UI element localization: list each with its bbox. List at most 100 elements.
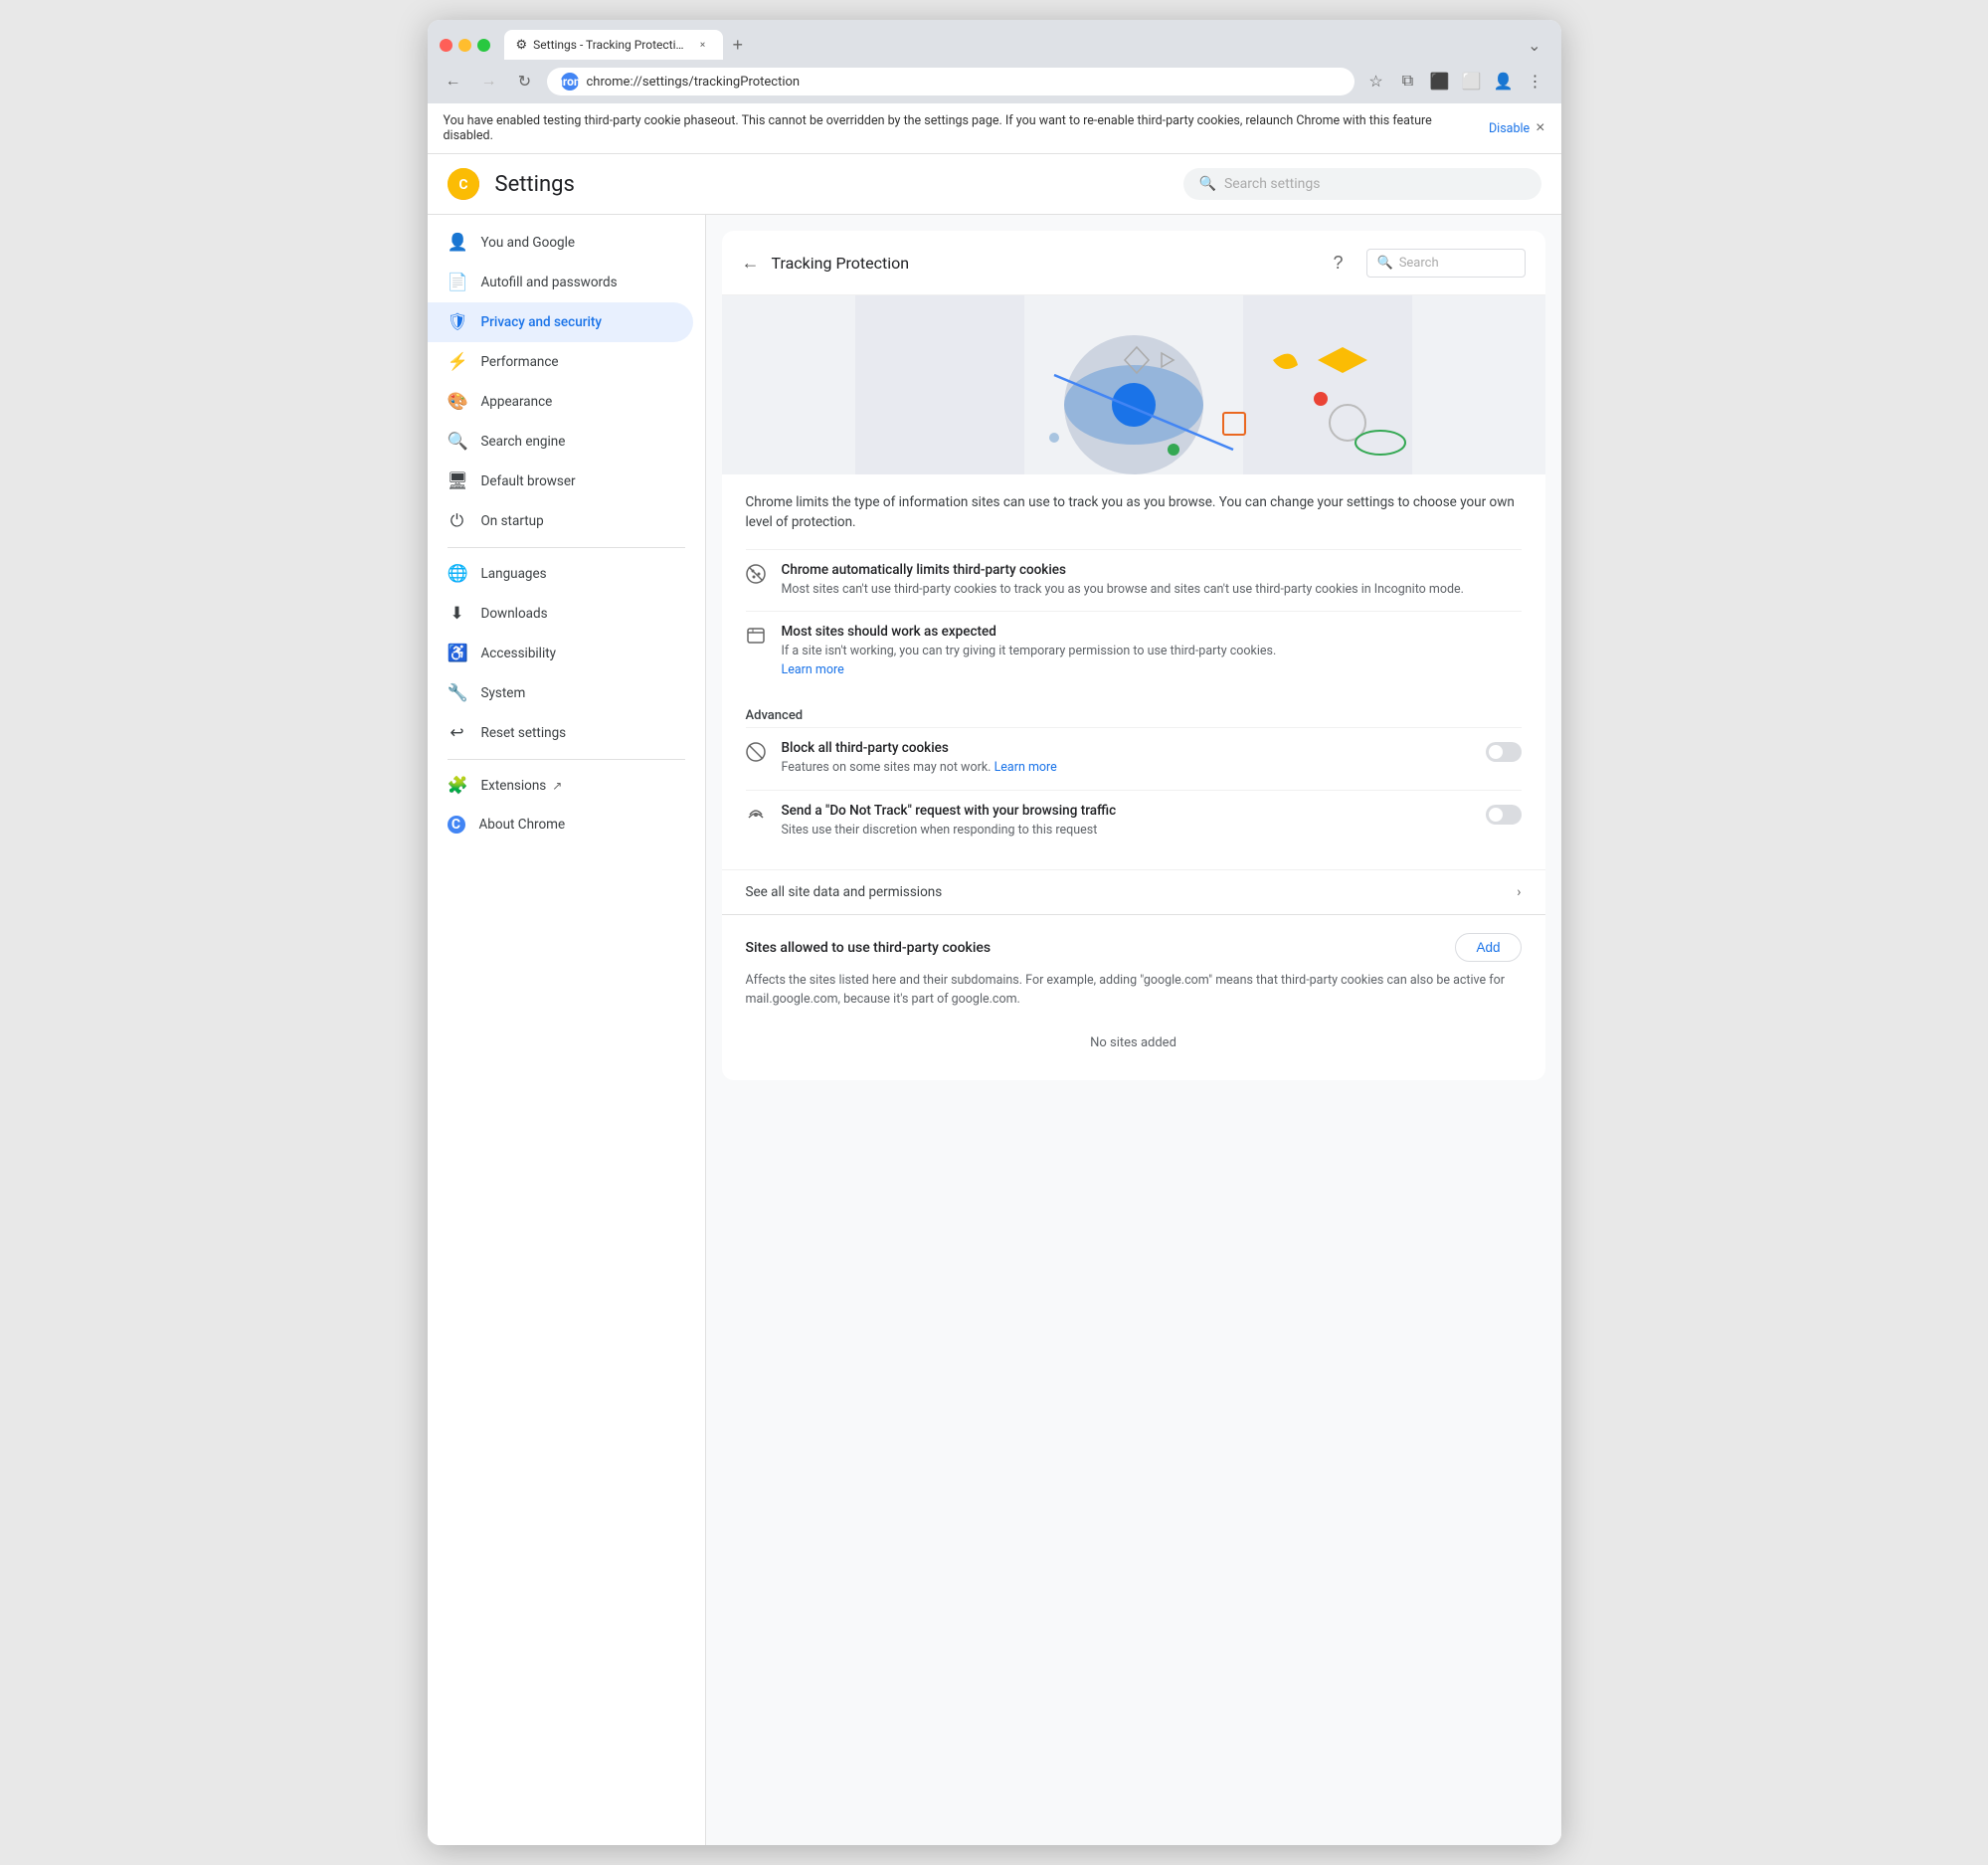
cast-button[interactable]: ⬛ (1426, 68, 1454, 95)
settings-header: C Settings 🔍 Search settings (428, 154, 1561, 215)
option-auto-limit-title: Chrome automatically limits third-party … (782, 562, 1522, 578)
option-sites-work-content: Most sites should work as expected If a … (782, 624, 1522, 680)
sidebar-label-default-browser: Default browser (481, 473, 576, 489)
settings-title: Settings (495, 172, 1168, 197)
sidebar-item-accessibility[interactable]: ♿ Accessibility (428, 634, 693, 673)
sidebar-divider-2 (448, 759, 685, 760)
sidebar-item-performance[interactable]: ⚡ Performance (428, 342, 693, 382)
block-all-icon (746, 742, 768, 767)
system-icon: 🔧 (448, 683, 467, 703)
address-bar[interactable]: Chrome chrome://settings/trackingProtect… (547, 68, 1355, 95)
minimize-button[interactable] (458, 39, 471, 52)
sidebar-item-you-and-google[interactable]: 👤 You and Google (428, 223, 693, 263)
panel-back-button[interactable]: ← (742, 253, 760, 274)
option-auto-limit-content: Chrome automatically limits third-party … (782, 562, 1522, 600)
sidebar-label-on-startup: On startup (481, 513, 544, 529)
sidebar: 👤 You and Google 📄 Autofill and password… (428, 215, 706, 1845)
maximize-button[interactable] (477, 39, 490, 52)
sidebar-item-reset[interactable]: ↩ Reset settings (428, 713, 693, 753)
sidebar-item-search-engine[interactable]: 🔍 Search engine (428, 422, 693, 462)
panel-search-bar[interactable]: 🔍 Search (1366, 249, 1526, 278)
extensions-sidebar-icon: 🧩 (448, 776, 467, 796)
tab-overflow-button[interactable]: ⌄ (1520, 32, 1548, 60)
notification-disable-link[interactable]: Disable (1489, 121, 1530, 136)
languages-icon: 🌐 (448, 564, 467, 584)
search-engine-icon: 🔍 (448, 432, 467, 452)
profile-button[interactable]: 👤 (1490, 68, 1518, 95)
option-do-not-track-content: Send a "Do Not Track" request with your … (782, 803, 1472, 840)
sites-work-icon (746, 626, 768, 651)
sidebar-label-you-and-google: You and Google (481, 235, 576, 251)
sidebar-item-system[interactable]: 🔧 System (428, 673, 693, 713)
hero-desc-section: Chrome limits the type of information si… (722, 474, 1545, 869)
add-site-button[interactable]: Add (1455, 933, 1521, 962)
panel-title: Tracking Protection (772, 254, 1311, 273)
no-sites-label: No sites added (746, 1024, 1522, 1062)
tab-close-button[interactable]: × (695, 37, 711, 53)
default-browser-icon: 🖥 (448, 471, 467, 491)
extensions-button[interactable]: ⧉ (1394, 68, 1422, 95)
notification-close-button[interactable]: × (1536, 119, 1544, 137)
site-data-chevron-icon: › (1517, 884, 1521, 900)
search-placeholder: Search settings (1224, 176, 1321, 192)
site-data-row[interactable]: See all site data and permissions › (722, 869, 1545, 914)
option-sites-work: Most sites should work as expected If a … (746, 611, 1522, 692)
settings-search-bar[interactable]: 🔍 Search settings (1183, 168, 1541, 200)
option-auto-limit: Chrome automatically limits third-party … (746, 549, 1522, 612)
back-button[interactable]: ← (440, 68, 467, 95)
notification-text: You have enabled testing third-party coo… (444, 113, 1483, 143)
tab-title: Settings - Tracking Protectio… (533, 38, 688, 52)
sidebar-item-downloads[interactable]: ⬇ Downloads (428, 594, 693, 634)
sidebar-item-default-browser[interactable]: 🖥 Default browser (428, 462, 693, 501)
new-tab-button[interactable]: + (725, 31, 752, 60)
option-sites-work-desc: If a site isn't working, you can try giv… (782, 643, 1522, 680)
startup-icon: ⏻ (448, 511, 467, 531)
settings-logo: C (448, 168, 479, 200)
help-button[interactable]: ? (1323, 247, 1355, 279)
notification-bar: You have enabled testing third-party coo… (428, 103, 1561, 154)
downloads-icon: ⬇ (448, 604, 467, 624)
sidebar-item-extensions[interactable]: 🧩 Extensions ↗ (428, 766, 693, 806)
chrome-icon: Chrome (561, 73, 579, 91)
content-panel: ← Tracking Protection ? 🔍 Search (722, 231, 1545, 1080)
advanced-heading: Advanced (746, 692, 1522, 727)
split-button[interactable]: ⬜ (1458, 68, 1486, 95)
bookmark-button[interactable]: ☆ (1362, 68, 1390, 95)
menu-button[interactable]: ⋮ (1522, 68, 1549, 95)
learn-more-link-1[interactable]: Learn more (782, 662, 844, 677)
sidebar-item-languages[interactable]: 🌐 Languages (428, 554, 693, 594)
refresh-button[interactable]: ↻ (511, 68, 539, 95)
sidebar-item-about[interactable]: C About Chrome (428, 806, 693, 843)
learn-more-link-2[interactable]: Learn more (994, 760, 1057, 775)
sidebar-item-appearance[interactable]: 🎨 Appearance (428, 382, 693, 422)
block-all-toggle[interactable] (1486, 742, 1522, 762)
sidebar-label-accessibility: Accessibility (481, 646, 557, 661)
sidebar-label-languages: Languages (481, 566, 547, 582)
do-not-track-toggle[interactable] (1486, 805, 1522, 825)
sidebar-item-on-startup[interactable]: ⏻ On startup (428, 501, 693, 541)
active-tab[interactable]: ⚙ Settings - Tracking Protectio… × (504, 30, 723, 60)
nav-bar: ← → ↻ Chrome chrome://settings/trackingP… (428, 60, 1561, 103)
sidebar-item-autofill[interactable]: 📄 Autofill and passwords (428, 263, 693, 302)
panel-search-placeholder: Search (1399, 256, 1439, 271)
option-block-all: Block all third-party cookies Features o… (746, 727, 1522, 790)
sidebar-item-privacy[interactable]: 🛡 Privacy and security (428, 302, 693, 342)
autofill-icon: 📄 (448, 273, 467, 292)
sidebar-label-reset: Reset settings (481, 725, 567, 741)
option-auto-limit-desc: Most sites can't use third-party cookies… (782, 581, 1522, 600)
allowed-sites-header: Sites allowed to use third-party cookies… (746, 933, 1522, 962)
option-do-not-track: Send a "Do Not Track" request with your … (746, 790, 1522, 852)
main-content: ← Tracking Protection ? 🔍 Search (706, 215, 1561, 1845)
appearance-icon: 🎨 (448, 392, 467, 412)
nav-actions: ☆ ⧉ ⬛ ⬜ 👤 ⋮ (1362, 68, 1549, 95)
sidebar-label-autofill: Autofill and passwords (481, 275, 618, 290)
performance-icon: ⚡ (448, 352, 467, 372)
allowed-sites-title: Sites allowed to use third-party cookies (746, 940, 1456, 956)
option-block-all-desc: Features on some sites may not work. Lea… (782, 759, 1472, 778)
sidebar-label-appearance: Appearance (481, 394, 553, 410)
close-button[interactable] (440, 39, 452, 52)
sidebar-label-extensions-wrap: Extensions ↗ (481, 778, 563, 794)
svg-text:C: C (458, 177, 467, 193)
reset-icon: ↩ (448, 723, 467, 743)
forward-button[interactable]: → (475, 68, 503, 95)
